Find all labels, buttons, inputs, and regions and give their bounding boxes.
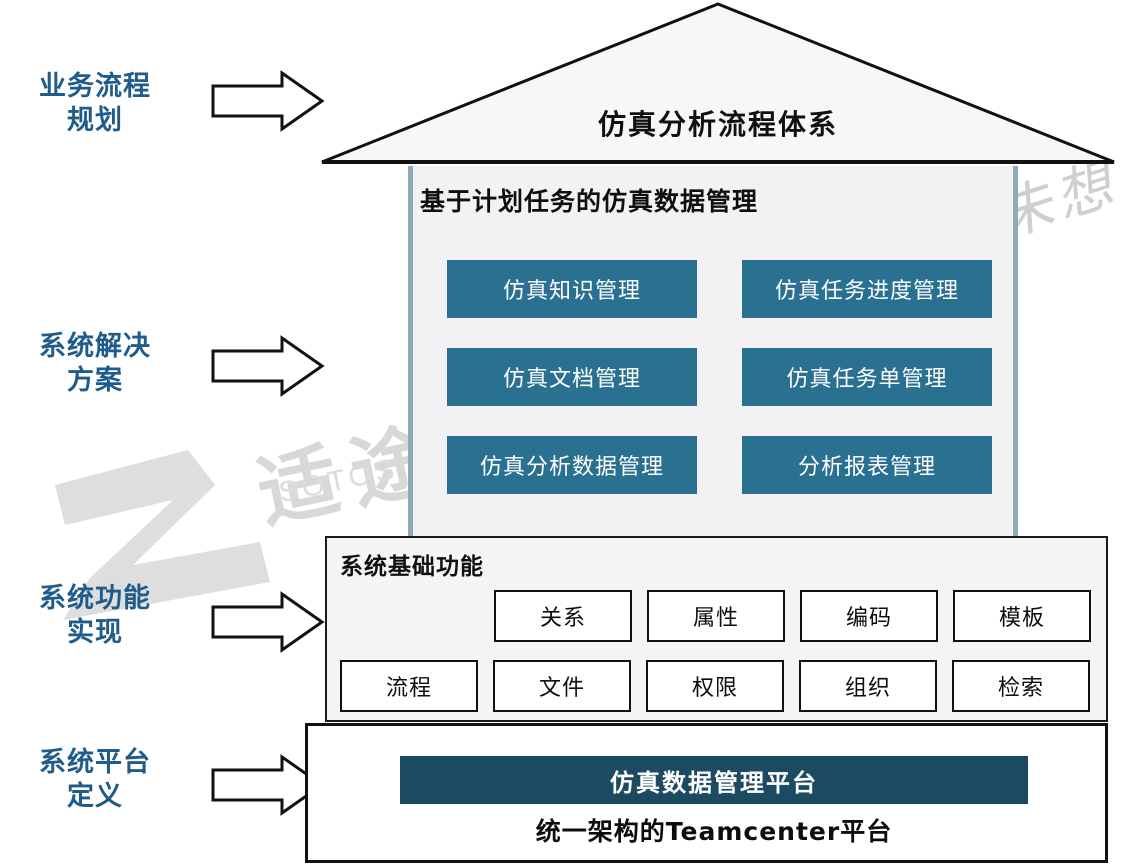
arrow-icon [210, 591, 325, 658]
roof-title: 仿真分析流程体系 [597, 108, 838, 141]
stage-label-line2: 规划 [67, 105, 123, 136]
architecture-diagram: 适途科技 SOTOS TECHNOLOGY 创想未想 仿真分析流程体系 基于计划… [0, 0, 1129, 865]
stage-label-line1: 系统平台 [39, 747, 151, 778]
arrow-icon [210, 335, 325, 402]
stage-label-line1: 系统功能 [39, 583, 151, 614]
base-function-cell[interactable]: 检索 [952, 660, 1090, 712]
base-function-cell[interactable]: 属性 [647, 590, 785, 642]
module-box[interactable]: 仿真文档管理 [447, 348, 697, 406]
base-function-cell[interactable]: 文件 [493, 660, 631, 712]
platform-sub-label: 统一架构的Teamcenter平台 [535, 817, 893, 846]
module-grid: 仿真知识管理 仿真任务进度管理 仿真文档管理 仿真任务单管理 仿真分析数据管理 … [447, 260, 992, 494]
module-box[interactable]: 仿真知识管理 [447, 260, 697, 318]
roof-shape [318, 0, 1118, 172]
stage-label-business-process: 业务流程 规划 [0, 70, 195, 138]
stage-label-system-function: 系统功能 实现 [0, 582, 195, 650]
module-box[interactable]: 分析报表管理 [742, 436, 992, 494]
base-function-cell[interactable]: 编码 [800, 590, 938, 642]
base-function-cell[interactable]: 组织 [799, 660, 937, 712]
base-function-cell[interactable]: 流程 [340, 660, 478, 712]
stage-label-line2: 方案 [67, 365, 123, 396]
module-box[interactable]: 仿真任务单管理 [742, 348, 992, 406]
base-functions-title: 系统基础功能 [340, 554, 484, 580]
base-function-cell[interactable]: 权限 [646, 660, 784, 712]
stage-label-line2: 定义 [67, 781, 123, 812]
stage-label-system-solution: 系统解决 方案 [0, 330, 195, 398]
platform-bar-label[interactable]: 仿真数据管理平台 [400, 756, 1028, 804]
arrow-icon [210, 70, 325, 137]
base-function-cell[interactable]: 模板 [953, 590, 1091, 642]
base-functions-row-1: 关系 属性 编码 模板 [494, 590, 1091, 642]
stage-label-line1: 业务流程 [39, 71, 151, 102]
stage-label-line1: 系统解决 [39, 331, 151, 362]
base-functions-row-2: 流程 文件 权限 组织 检索 [340, 660, 1090, 712]
base-function-cell[interactable]: 关系 [494, 590, 632, 642]
stage-label-line2: 实现 [67, 617, 123, 648]
stage-label-system-platform: 系统平台 定义 [0, 746, 195, 814]
body-panel-title: 基于计划任务的仿真数据管理 [420, 187, 759, 216]
module-box[interactable]: 仿真任务进度管理 [742, 260, 992, 318]
module-box[interactable]: 仿真分析数据管理 [447, 436, 697, 494]
